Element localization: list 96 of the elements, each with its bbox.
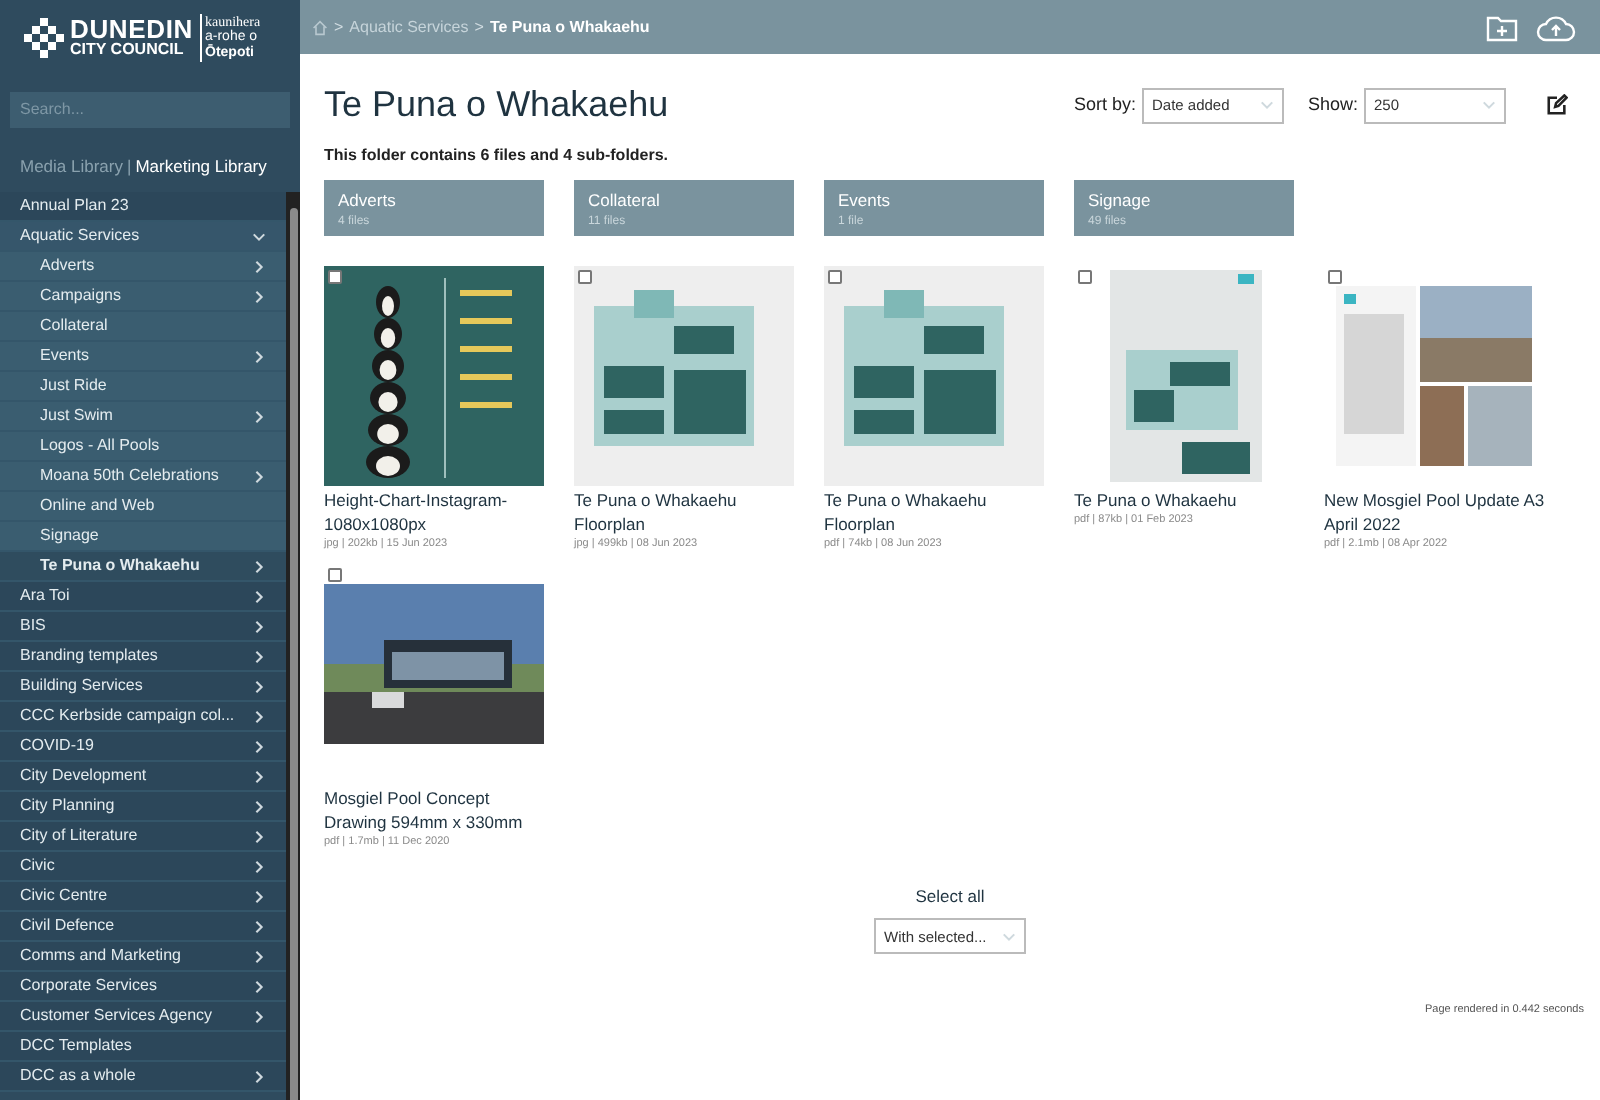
breadcrumb-separator: > [334, 15, 344, 39]
cloud-upload-icon[interactable] [1536, 13, 1576, 41]
folder-tree-item[interactable]: Logos - All Pools [0, 432, 286, 462]
folder-tree-item[interactable]: Moana 50th Celebrations [0, 462, 286, 492]
folder-tree-item[interactable]: City of Literature [0, 822, 286, 852]
folder-tree-item[interactable]: Annual Plan 23 [0, 192, 286, 222]
folder-tree-item[interactable]: Building Services [0, 672, 286, 702]
folder-name: Branding templates [20, 644, 160, 668]
folder-name: Adverts [40, 254, 97, 278]
folder-tree-item[interactable]: Online and Web [0, 492, 286, 522]
folder-tree-item[interactable]: Just Swim [0, 402, 286, 432]
select-checkbox[interactable] [328, 568, 342, 583]
subfolder-name: Collateral [588, 188, 662, 214]
folder-name: Signage [40, 524, 101, 548]
folder-name: Building Services [20, 674, 145, 698]
file-name[interactable]: Te Puna o Whakaehu [1074, 488, 1298, 512]
folder-tree-item[interactable]: COVID-19 [0, 732, 286, 762]
select-checkbox[interactable] [1078, 270, 1092, 284]
sort-label: Sort by: [1073, 91, 1136, 118]
folder-name: Logos - All Pools [40, 434, 162, 458]
folder-name: Corporate Services [20, 974, 159, 998]
folder-tree-item[interactable]: Signage [0, 522, 286, 552]
folder-name: Civil Defence [20, 914, 117, 938]
search-field[interactable]: Search... [10, 91, 290, 127]
folder-name: Civic Centre [20, 884, 110, 908]
library-link[interactable]: Marketing Library [135, 154, 267, 180]
logo-name: DUNEDIN [70, 16, 193, 42]
folder-tree-item[interactable]: Adverts [0, 252, 286, 282]
folder-name: Just Swim [40, 404, 115, 428]
folder-tree-item[interactable]: Comms and Marketing [0, 942, 286, 972]
folder-tree-item[interactable]: Civic [0, 852, 286, 882]
chevron-down-icon [1002, 929, 1016, 944]
folder-tree-item[interactable]: Te Puna o Whakaehu [0, 552, 286, 582]
new-folder-icon[interactable] [1486, 13, 1518, 41]
folder-tree-item[interactable]: Events [0, 342, 286, 372]
page-title: Te Puna o Whakaehu [324, 82, 671, 128]
folder-name: Te Puna o Whakaehu [40, 554, 202, 578]
folder-summary: This folder contains 6 files and 4 sub-folders. [324, 144, 671, 168]
file-name[interactable]: Te Puna o Whakaehu Floorplan [574, 488, 798, 536]
folder-tree-item[interactable]: Just Ride [0, 372, 286, 402]
folder-name: Annual Plan 23 [20, 194, 131, 218]
file-name[interactable]: Height-Chart-Instagram-1080x1080px [324, 488, 548, 536]
file-name[interactable]: Te Puna o Whakaehu Floorplan [824, 488, 1048, 536]
subfolder-name: Adverts [338, 188, 398, 214]
select-checkbox[interactable] [1328, 270, 1342, 284]
folder-tree-item[interactable]: CCC Kerbside campaign col... [0, 702, 286, 732]
folder-name: City of Literature [20, 824, 140, 848]
folder-tree-item[interactable]: Branding templates [0, 642, 286, 672]
chevron-down-icon [1259, 98, 1274, 112]
folder-name: Campaigns [40, 284, 123, 308]
subfolder-name: Signage [1088, 188, 1153, 214]
select-checkbox[interactable] [328, 270, 342, 284]
separator-text: | [127, 154, 132, 180]
folder-name: CCC Kerbside campaign col... [20, 704, 237, 728]
chevron-down-icon [1482, 98, 1496, 112]
folder-name: COVID-19 [20, 734, 96, 758]
select-checkbox[interactable] [828, 270, 842, 284]
select-all-button[interactable]: Select all [915, 883, 985, 909]
breadcrumb-separator: > [474, 15, 484, 39]
folder-name: Aquatic Services [20, 224, 142, 248]
folder-name: Ara Toi [20, 584, 72, 608]
folder-tree-item[interactable]: City Planning [0, 792, 286, 822]
folder-tree-item[interactable]: Customer Services Agency [0, 1002, 286, 1032]
folder-name: BIS [20, 614, 48, 638]
folder-name: Collateral [40, 314, 110, 338]
folder-tree-item[interactable]: Corporate Services [0, 972, 286, 1002]
folder-tree-item[interactable]: DCC as a whole [0, 1062, 286, 1092]
edit-icon[interactable] [1546, 94, 1568, 116]
select-checkbox[interactable] [578, 270, 592, 284]
folder-name: Civic [20, 854, 57, 878]
folder-name: DCC Templates [20, 1034, 134, 1058]
folder-name: Just Ride [40, 374, 109, 398]
file-name[interactable]: New Mosgiel Pool Update A3 April 2022 [1324, 488, 1548, 536]
folder-tree-item[interactable]: DCC Templates [0, 1032, 286, 1062]
folder-name: Customer Services Agency [20, 1004, 215, 1028]
folder-tree-item[interactable]: City Development [0, 762, 286, 792]
show-label: Show: [1307, 91, 1358, 118]
folder-tree-item[interactable]: Collateral [0, 312, 286, 342]
folder-name: DCC as a whole [20, 1064, 138, 1088]
file-name[interactable]: Mosgiel Pool Concept Drawing 594mm x 330mm [324, 786, 548, 835]
folder-name: Moana 50th Celebrations [40, 464, 221, 488]
folder-tree-item[interactable]: BIS [0, 612, 286, 642]
scrollbar[interactable] [286, 192, 300, 1100]
folder-tree-item[interactable]: Aquatic Services [0, 222, 286, 252]
folder-name: Comms and Marketing [20, 944, 183, 968]
folder-name: City Planning [20, 794, 117, 818]
logo-subtitle: CITY COUNCIL [70, 42, 186, 58]
folder-tree-item[interactable]: Civil Defence [0, 912, 286, 942]
folder-tree-item[interactable]: Campaigns [0, 282, 286, 312]
folder-tree-item[interactable]: Civic Centre [0, 882, 286, 912]
folder-name: Online and Web [40, 494, 157, 518]
folder-name: City Development [20, 764, 149, 788]
subfolder-name: Events [838, 188, 892, 214]
logo-icon [24, 17, 64, 57]
folder-tree-item[interactable]: Ara Toi [0, 582, 286, 612]
folder-name: Events [40, 344, 91, 368]
